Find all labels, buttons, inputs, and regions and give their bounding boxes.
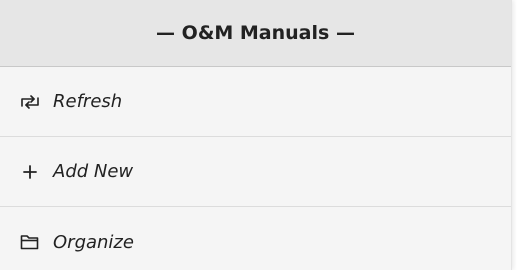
refresh-icon [19, 91, 41, 113]
panel-header: — O&M Manuals — [0, 0, 511, 67]
panel-title: — O&M Manuals — [156, 22, 355, 44]
organize-menu-item[interactable]: Organize [0, 207, 511, 270]
refresh-label: Refresh [53, 91, 123, 112]
om-manuals-panel: — O&M Manuals — Refresh Add New Organize [0, 0, 512, 270]
plus-icon [19, 161, 41, 183]
add-new-label: Add New [53, 161, 134, 182]
refresh-menu-item[interactable]: Refresh [0, 67, 511, 137]
organize-label: Organize [53, 231, 134, 253]
folder-icon [19, 231, 41, 253]
add-new-menu-item[interactable]: Add New [0, 137, 511, 207]
